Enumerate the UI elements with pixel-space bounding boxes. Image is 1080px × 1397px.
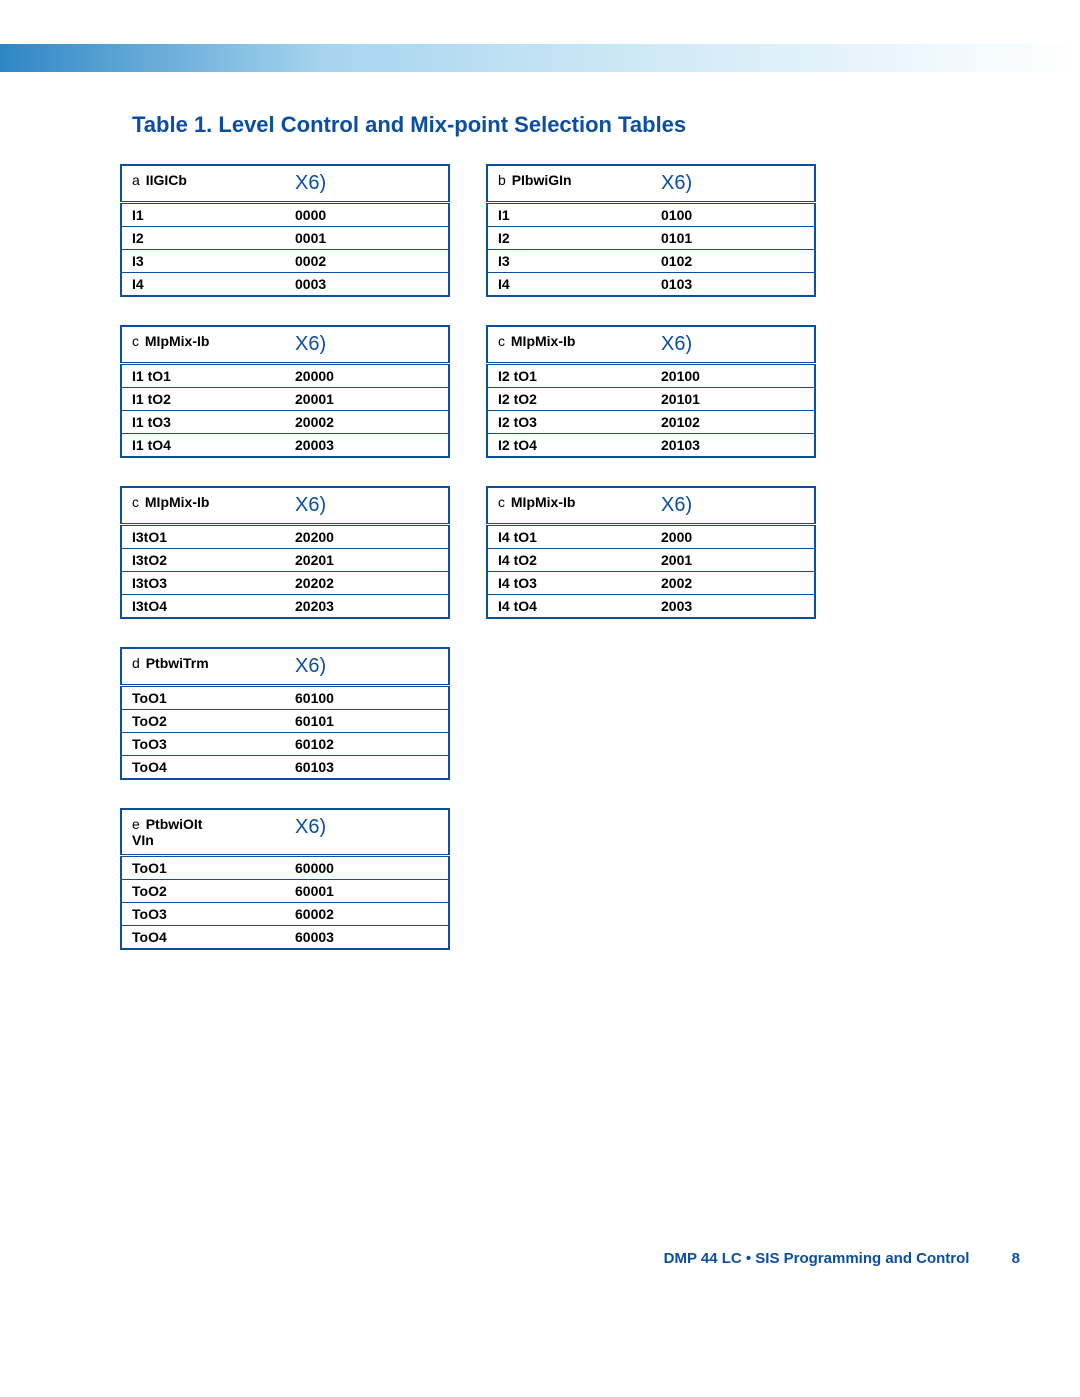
table-row: I4 tO32002 — [487, 572, 815, 595]
table-row: I40003 — [121, 273, 449, 297]
table-row: I20001 — [121, 227, 449, 250]
table-row: ToO160000 — [121, 856, 449, 880]
table-row: I1 tO320002 — [121, 411, 449, 434]
page-footer: DMP 44 LC • SIS Programming and Control … — [0, 1250, 1080, 1307]
table-row: I1 tO220001 — [121, 388, 449, 411]
table-b: b PIbwiGIn X6) I10100 I20101 I30102 I401… — [486, 164, 816, 297]
page-content: Table 1. Level Control and Mix-point Sel… — [0, 72, 1080, 950]
table-c2: c MIpMix-Ib X6) I2 tO120100 I2 tO220101 … — [486, 325, 816, 458]
table-row: I3tO220201 — [121, 549, 449, 572]
table-c4: c MIpMix-Ib X6) I4 tO12000 I4 tO22001 I4… — [486, 486, 816, 619]
footer-text: DMP 44 LC • SIS Programming and Control — [664, 1250, 970, 1267]
table-row: I2 tO320102 — [487, 411, 815, 434]
table-row: I2 tO220101 — [487, 388, 815, 411]
table-row: ToO360002 — [121, 903, 449, 926]
table-row: I1 tO120000 — [121, 364, 449, 388]
table-row: ToO460003 — [121, 926, 449, 950]
table-row: I3tO120200 — [121, 525, 449, 549]
table-e: e PtbwiOIt VIn X6) ToO160000 ToO260001 T… — [120, 808, 450, 950]
table-row: I2 tO420103 — [487, 434, 815, 458]
table-row: I10100 — [487, 203, 815, 227]
table-c3: c MIpMix-Ib X6) I3tO120200 I3tO220201 I3… — [120, 486, 450, 619]
table-row: ToO360102 — [121, 733, 449, 756]
table-c1: c MIpMix-Ib X6) I1 tO120000 I1 tO220001 … — [120, 325, 450, 458]
table-row: ToO460103 — [121, 756, 449, 780]
table-row: I4 tO42003 — [487, 595, 815, 619]
page-title: Table 1. Level Control and Mix-point Sel… — [120, 112, 970, 138]
table-pre: a — [132, 172, 140, 188]
table-row: I4 tO12000 — [487, 525, 815, 549]
table-row: I2 tO120100 — [487, 364, 815, 388]
table-row: I4 tO22001 — [487, 549, 815, 572]
table-row: I10000 — [121, 203, 449, 227]
page-number: 8 — [1012, 1250, 1020, 1267]
table-row: I3tO320202 — [121, 572, 449, 595]
table-row: ToO160100 — [121, 686, 449, 710]
table-row: I40103 — [487, 273, 815, 297]
table-d: d PtbwiTrm X6) ToO160100 ToO260101 ToO36… — [120, 647, 450, 780]
table-row: ToO260101 — [121, 710, 449, 733]
table-row: I3tO420203 — [121, 595, 449, 619]
table-header-label: IIGICb — [146, 172, 187, 188]
table-row: I30002 — [121, 250, 449, 273]
table-grid: a IIGICb X6) I10000 I20001 I30002 I40003… — [120, 164, 970, 950]
table-row: ToO260001 — [121, 880, 449, 903]
table-row: I20101 — [487, 227, 815, 250]
header-gradient — [0, 44, 1080, 72]
table-row: I30102 — [487, 250, 815, 273]
table-row: I1 tO420003 — [121, 434, 449, 458]
x6-label: X6) — [285, 165, 449, 203]
table-a: a IIGICb X6) I10000 I20001 I30002 I40003 — [120, 164, 450, 297]
